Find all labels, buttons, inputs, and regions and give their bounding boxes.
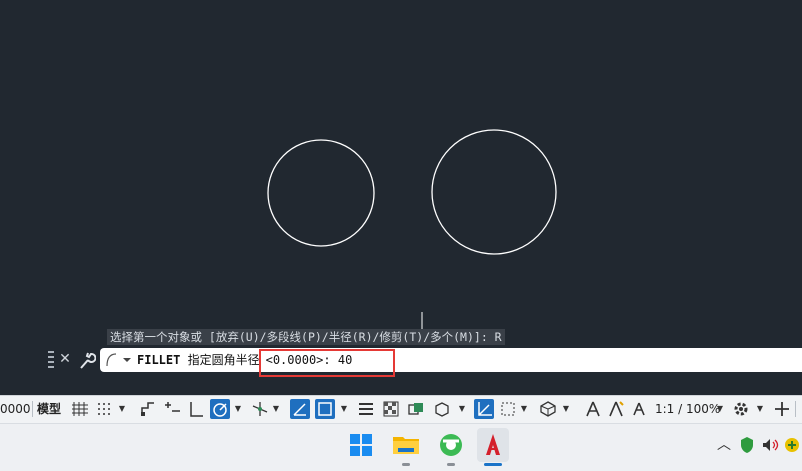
auto-scale-icon[interactable] [606, 399, 626, 419]
autocad-icon[interactable] [477, 428, 509, 462]
grid-icon[interactable] [70, 399, 90, 419]
left-circle[interactable] [267, 139, 375, 247]
command-name: FILLET [137, 353, 181, 367]
scale-dropdown-chevron-icon[interactable]: ▼ [716, 399, 724, 419]
annotation-scale-icon[interactable] [629, 399, 649, 419]
app-tray-icon[interactable] [782, 434, 802, 456]
security-shield-icon[interactable] [737, 434, 757, 456]
command-history: 选择第一个对象或 [放弃(U)/多段线(P)/半径(R)/修剪(T)/多个(M)… [107, 329, 505, 345]
right-circle[interactable] [431, 129, 557, 255]
chevron-up-icon[interactable]: ︿ [714, 434, 734, 456]
selection-cycling-icon[interactable] [406, 399, 426, 419]
infer-constraints-icon[interactable] [138, 399, 158, 419]
gizmo-dropdown-chevron-icon[interactable]: ▼ [562, 399, 570, 419]
drawing-canvas[interactable] [0, 0, 802, 345]
customization-plus-icon[interactable] [772, 399, 792, 419]
3d-osnap-dropdown-chevron-icon[interactable]: ▼ [458, 399, 466, 419]
running-indicator [402, 463, 410, 466]
3d-osnap-icon[interactable] [432, 399, 452, 419]
windows-start-icon[interactable] [345, 428, 377, 462]
isodraft-dropdown-chevron-icon[interactable]: ▼ [272, 399, 280, 419]
gizmo-icon[interactable] [538, 399, 558, 419]
wrench-icon[interactable] [78, 349, 97, 371]
snap-dropdown-chevron-icon[interactable]: ▼ [118, 399, 126, 419]
annotation-highlight-box [259, 349, 395, 377]
coordinates-readout: 0000 [0, 402, 31, 416]
customize-menu-icon[interactable] [798, 399, 802, 419]
workspace-gear-icon[interactable] [731, 399, 751, 419]
dynamic-ucs-icon[interactable] [474, 399, 494, 419]
selection-filter-icon[interactable] [498, 399, 518, 419]
object-snap-icon[interactable] [315, 399, 335, 419]
grip-handle-icon[interactable] [48, 351, 54, 369]
object-snap-tracking-icon[interactable] [290, 399, 310, 419]
ortho-icon[interactable] [186, 399, 206, 419]
running-indicator [447, 463, 455, 466]
file-explorer-icon[interactable] [390, 428, 422, 462]
isodraft-icon[interactable] [250, 399, 270, 419]
polar-dropdown-chevron-icon[interactable]: ▼ [234, 399, 242, 419]
osnap-dropdown-chevron-icon[interactable]: ▼ [340, 399, 348, 419]
volume-icon[interactable] [760, 434, 780, 456]
transparency-icon[interactable] [381, 399, 401, 419]
separator [795, 401, 796, 417]
active-indicator [484, 463, 502, 466]
dynamic-input-icon[interactable] [162, 399, 182, 419]
model-tab[interactable]: 模型 [37, 399, 61, 419]
close-icon[interactable]: ✕ [58, 349, 72, 369]
workspace-dropdown-chevron-icon[interactable]: ▼ [756, 399, 764, 419]
annotation-scale-value[interactable]: 1:1 / 100% [655, 399, 720, 419]
browser-icon[interactable] [435, 428, 467, 462]
separator [32, 401, 33, 417]
command-prompt-icon[interactable] [104, 352, 132, 368]
filter-dropdown-chevron-icon[interactable]: ▼ [520, 399, 528, 419]
polar-tracking-icon[interactable] [210, 399, 230, 419]
command-prompt: 指定圆角半径 [187, 353, 260, 367]
lineweight-icon[interactable] [356, 399, 376, 419]
annotation-visibility-icon[interactable] [583, 399, 603, 419]
snap-icon[interactable] [94, 399, 114, 419]
